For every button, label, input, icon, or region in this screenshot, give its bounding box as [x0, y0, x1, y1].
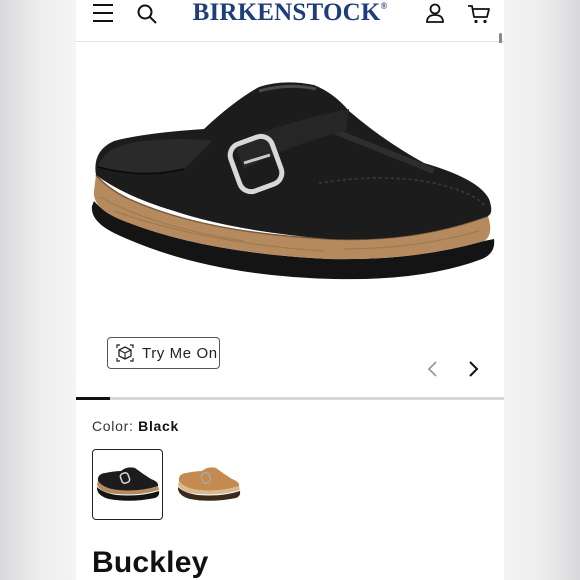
color-value: Black: [138, 418, 179, 434]
product-gallery[interactable]: Try Me On: [76, 43, 504, 395]
product-image-black-clog: [91, 82, 495, 280]
product-title: Buckley: [92, 546, 209, 579]
swatch-image-tan: [177, 466, 240, 501]
gallery-progress-bar: [76, 397, 504, 400]
swatch-tan[interactable]: [173, 449, 244, 520]
swatch-image-black: [96, 466, 159, 501]
site-header: BIRKENSTOCK®: [76, 0, 504, 42]
next-image-arrow-icon[interactable]: [466, 359, 480, 379]
try-on-label: Try Me On: [142, 344, 218, 362]
swatch-black[interactable]: [92, 449, 163, 520]
ar-cube-icon: [116, 344, 134, 362]
color-label: Color:: [92, 418, 134, 434]
phone-screen: BIRKENSTOCK® Try Me On Color: Black Buck…: [76, 0, 504, 580]
brand-name: BIRKENSTOCK: [192, 0, 381, 26]
account-icon[interactable]: [424, 2, 446, 24]
registered-mark: ®: [380, 1, 388, 11]
color-selection-label: Color: Black: [92, 418, 179, 434]
try-me-on-button[interactable]: Try Me On: [107, 337, 220, 369]
prev-image-arrow-icon[interactable]: [426, 359, 440, 379]
gallery-progress-fill: [76, 397, 111, 400]
cart-icon[interactable]: [467, 3, 491, 25]
